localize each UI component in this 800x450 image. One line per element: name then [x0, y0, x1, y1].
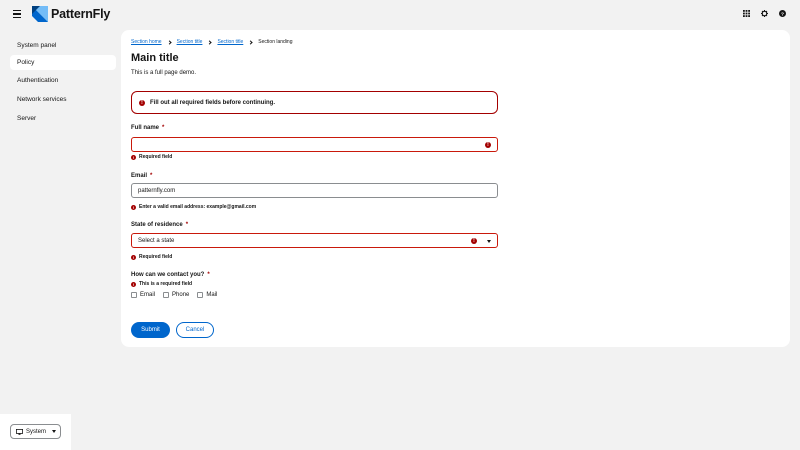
main-content: Section home Section title Section title… — [121, 30, 790, 347]
contact-options: Email Phone Mail — [131, 292, 217, 298]
theme-select[interactable]: System — [10, 424, 61, 439]
theme-select-value: System — [26, 428, 47, 435]
brand-logo[interactable]: PatternFly — [32, 6, 110, 22]
monitor-icon — [16, 428, 23, 435]
checkbox-box[interactable] — [131, 292, 137, 298]
sidebar-item-server[interactable]: Server — [10, 111, 116, 126]
full-name-input[interactable]: ! — [131, 137, 498, 152]
breadcrumb-link-section-title-2[interactable]: Section title — [217, 39, 243, 45]
sidebar-nav: System panel Policy Authentication Netwo… — [0, 30, 121, 450]
submit-button[interactable]: Submit — [131, 322, 170, 338]
state-select[interactable]: Select a state ! — [131, 233, 498, 248]
chevron-right-icon — [207, 39, 213, 45]
page-subtitle: This is a full page demo. — [131, 70, 197, 76]
masthead: PatternFly ? — [0, 0, 800, 30]
checkbox-box[interactable] — [197, 292, 204, 298]
exclamation-circle-icon: ! — [131, 204, 136, 210]
full-name-label: Full name * — [131, 125, 165, 131]
patternfly-logo-icon — [32, 6, 48, 22]
brand-name: PatternFly — [51, 7, 111, 21]
exclamation-circle-icon: ! — [485, 142, 491, 148]
sidebar-item-policy[interactable]: Policy — [10, 55, 116, 70]
error-alert: ! Fill out all required fields before co… — [131, 91, 498, 114]
alert-text: Fill out all required fields before cont… — [150, 99, 276, 106]
help-icon[interactable]: ? — [779, 10, 786, 17]
exclamation-circle-icon: ! — [471, 238, 477, 244]
checkbox-box[interactable] — [163, 292, 170, 298]
email-label: Email * — [131, 173, 153, 179]
gear-icon[interactable] — [761, 10, 768, 17]
sidebar-item-authentication[interactable]: Authentication — [10, 73, 116, 88]
svg-text:?: ? — [781, 11, 784, 17]
checkbox-mail[interactable]: Mail — [197, 292, 217, 298]
state-label: State of residence * — [131, 222, 189, 228]
grid-icon[interactable] — [743, 10, 750, 17]
full-name-helper: ! Required field — [131, 154, 173, 160]
breadcrumb-current: Section landing — [258, 39, 293, 45]
sidebar-item-network-services[interactable]: Network services — [10, 92, 116, 107]
menu-toggle-icon[interactable] — [13, 10, 21, 18]
sidebar-item-system-panel[interactable]: System panel — [10, 38, 116, 53]
state-helper: ! Required field — [131, 254, 173, 260]
chevron-right-icon — [248, 39, 253, 45]
exclamation-circle-icon: ! — [131, 254, 136, 260]
email-helper: ! Enter a valid email address: example@g… — [131, 204, 257, 210]
breadcrumb-link-section-title-1[interactable]: Section title — [177, 39, 203, 45]
contact-label: How can we contact you? * — [131, 272, 210, 278]
caret-down-icon — [487, 239, 491, 243]
email-input[interactable]: patternfly.com — [131, 183, 498, 198]
cancel-button[interactable]: Cancel — [176, 322, 214, 338]
checkbox-email[interactable]: Email — [131, 292, 155, 298]
exclamation-circle-icon: ! — [131, 154, 136, 160]
caret-down-icon — [52, 430, 57, 433]
page-title: Main title — [131, 52, 179, 64]
exclamation-circle-icon: ! — [139, 99, 145, 106]
contact-helper: ! This is a required field — [131, 281, 193, 287]
breadcrumb-link-section-home[interactable]: Section home — [131, 39, 162, 45]
chevron-right-icon — [166, 39, 172, 45]
exclamation-circle-icon: ! — [131, 281, 136, 287]
sidebar-footer: System — [0, 414, 71, 450]
checkbox-phone[interactable]: Phone — [163, 292, 189, 298]
breadcrumb: Section home Section title Section title… — [131, 39, 293, 45]
